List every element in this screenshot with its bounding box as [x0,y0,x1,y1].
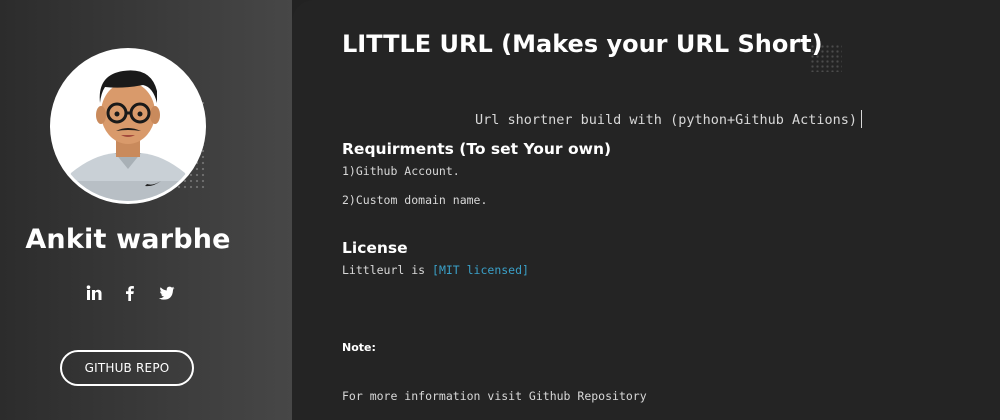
requirements-heading: Requirments (To set Your own) [342,140,612,158]
note-text: For more information visit Github Reposi… [342,389,647,403]
license-prefix: Littleurl is [342,263,433,277]
twitter-icon[interactable] [156,283,176,303]
profile-name: Ankit warbhe [25,224,231,255]
page: Ankit warbhe GITHUB REPO LITTLE URL (Mak… [0,0,1000,420]
mit-license-link[interactable]: [MIT licensed] [432,263,529,277]
requirement-item: 1)Github Account. [342,164,460,178]
facebook-icon[interactable] [120,283,140,303]
github-repo-button[interactable]: GITHUB REPO [60,350,194,386]
typing-subtitle: Url shortner build with (python+Github A… [475,110,863,128]
avatar-container [50,48,206,204]
requirement-item: 2)Custom domain name. [342,193,488,207]
avatar-illustration [53,51,203,201]
license-text: Littleurl is [MIT licensed] [342,263,529,277]
text-cursor [861,110,863,128]
license-heading: License [342,239,408,257]
profile-sidebar: Ankit warbhe GITHUB REPO [0,0,292,420]
linkedin-icon[interactable] [84,283,104,303]
page-title: LITTLE URL (Makes your URL Short) [342,30,823,58]
subtitle-text: Url shortner build with (python+Github A… [475,112,858,128]
readme-content: LITTLE URL (Makes your URL Short) Url sh… [292,0,1000,420]
note-label: Note: [342,341,376,354]
avatar [50,48,206,204]
social-links [84,283,176,303]
